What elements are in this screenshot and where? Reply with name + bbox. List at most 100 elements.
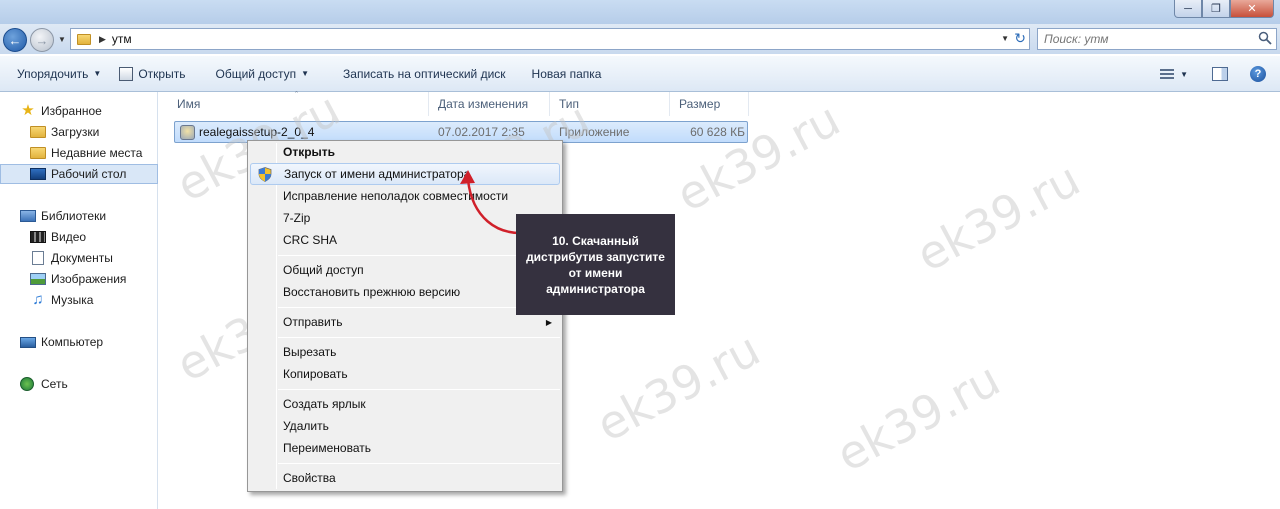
address-history-dropdown[interactable]: ▼ xyxy=(1001,34,1009,43)
uac-shield-icon xyxy=(258,167,272,182)
nav-label: Избранное xyxy=(41,104,102,118)
nav-recent-places[interactable]: Недавние места xyxy=(0,143,158,163)
forward-button[interactable]: → xyxy=(30,28,54,52)
menu-item-delete[interactable]: Удалить xyxy=(250,415,560,437)
file-size: 60 628 КБ xyxy=(690,125,745,139)
computer-icon xyxy=(20,336,36,348)
nav-label: Изображения xyxy=(51,272,127,286)
menu-separator xyxy=(278,389,560,390)
annotation-callout: 10. Скачанный дистрибутив запустите от и… xyxy=(516,214,675,315)
toolbar-right: ▼ ? xyxy=(1160,62,1280,86)
network-icon xyxy=(20,377,34,391)
menu-item-label: Отправить xyxy=(283,315,343,329)
open-icon xyxy=(119,66,134,81)
nav-video[interactable]: Видео xyxy=(0,227,158,247)
nav-label: Музыка xyxy=(51,293,94,307)
new-folder-button[interactable]: Новая папка xyxy=(523,62,611,86)
menu-item-copy[interactable]: Копировать xyxy=(250,363,560,385)
nav-favorites[interactable]: ★ Избранное xyxy=(0,101,158,121)
star-icon: ★ xyxy=(21,102,35,119)
command-bar: Упорядочить ▼ Открыть Общий доступ ▼ Запис… xyxy=(0,56,1280,92)
folder-icon xyxy=(77,33,91,45)
column-size[interactable]: Размер xyxy=(670,92,749,116)
share-button[interactable]: Общий доступ ▼ xyxy=(206,62,318,86)
recent-pages-dropdown[interactable]: ▼ xyxy=(58,35,66,44)
nav-label: Документы xyxy=(51,251,113,265)
nav-label: Сеть xyxy=(41,377,68,391)
maximize-button[interactable]: ❐ xyxy=(1202,0,1230,18)
window-controls: ─ ❐ ✕ xyxy=(1174,0,1274,18)
file-type: Приложение xyxy=(559,125,630,139)
refresh-icon[interactable]: ↻ xyxy=(1014,30,1026,47)
navigation-pane: ★ Избранное Загрузки Недавние места Рабоч… xyxy=(0,92,158,509)
search-input[interactable] xyxy=(1044,32,1244,46)
minimize-button[interactable]: ─ xyxy=(1174,0,1202,18)
file-date: 07.02.2017 2:35 xyxy=(438,125,525,139)
downloads-folder-icon xyxy=(30,126,46,138)
search-icon[interactable] xyxy=(1258,31,1272,45)
organize-button[interactable]: Упорядочить ▼ xyxy=(8,62,110,86)
breadcrumb-folder[interactable]: утм xyxy=(112,32,132,46)
restore-icon: ❐ xyxy=(1211,3,1221,15)
nav-label: Библиотеки xyxy=(41,209,107,223)
back-button[interactable]: ← xyxy=(3,28,27,52)
address-bar[interactable]: ▶ утм ▼ ↻ xyxy=(70,28,1030,50)
column-label: Имя xyxy=(177,97,201,111)
installer-icon xyxy=(180,125,195,140)
video-icon xyxy=(30,231,46,243)
images-icon xyxy=(30,273,46,285)
address-row: ← → ▼ ▶ утм ▼ ↻ xyxy=(0,24,1280,54)
nav-computer[interactable]: Компьютер xyxy=(0,332,158,352)
nav-music[interactable]: ♫ Музыка xyxy=(0,290,158,310)
view-dropdown-icon[interactable]: ▼ xyxy=(1180,70,1188,79)
nav-label: Компьютер xyxy=(41,335,104,349)
menu-item-restore[interactable]: Восстановить прежнюю версию xyxy=(250,281,560,303)
nav-label: Загрузки xyxy=(51,125,100,139)
menu-item-create-shortcut[interactable]: Создать ярлык xyxy=(250,393,560,415)
nav-downloads[interactable]: Загрузки xyxy=(0,122,158,142)
nav-network[interactable]: Сеть xyxy=(0,374,158,394)
column-label: Размер xyxy=(679,97,721,111)
new-folder-label: Новая папка xyxy=(531,66,602,81)
recent-places-icon xyxy=(30,147,46,159)
menu-separator xyxy=(278,463,560,464)
breadcrumb-chevron-icon[interactable]: ▶ xyxy=(99,34,106,45)
column-name[interactable]: Имя ˆ xyxy=(159,90,429,116)
menu-item-properties[interactable]: Свойства xyxy=(250,467,560,489)
nav-documents[interactable]: Документы xyxy=(0,248,158,268)
sort-up-icon: ˆ xyxy=(295,90,298,100)
nav-label: Видео xyxy=(51,230,87,244)
nav-images[interactable]: Изображения xyxy=(0,269,158,289)
help-icon[interactable]: ? xyxy=(1250,66,1266,82)
nav-label: Недавние места xyxy=(51,146,143,160)
nav-label: Рабочий стол xyxy=(51,167,127,181)
documents-icon xyxy=(32,251,44,265)
burn-disc-button[interactable]: Записать на оптический диск xyxy=(334,62,515,86)
minimize-icon: ─ xyxy=(1184,2,1192,15)
close-button[interactable]: ✕ xyxy=(1230,0,1274,18)
menu-separator xyxy=(278,337,560,338)
window-caption: ─ ❐ ✕ xyxy=(0,0,1280,24)
nav-libraries[interactable]: Библиотеки xyxy=(0,206,158,226)
chevron-down-icon: ▼ xyxy=(93,69,102,78)
music-icon: ♫ xyxy=(32,291,44,308)
nav-desktop[interactable]: Рабочий стол xyxy=(0,164,158,184)
libraries-icon xyxy=(20,210,36,222)
menu-item-send-to[interactable]: Отправить ▶ xyxy=(250,311,560,333)
open-button[interactable]: Открыть xyxy=(110,62,194,86)
desktop-icon xyxy=(30,168,46,180)
column-label: Дата изменения xyxy=(438,97,529,111)
share-label: Общий доступ xyxy=(215,66,297,81)
column-label: Тип xyxy=(559,97,580,111)
close-icon: ✕ xyxy=(1247,3,1257,15)
view-list-icon[interactable] xyxy=(1160,69,1175,79)
chevron-down-icon: ▼ xyxy=(301,69,310,78)
search-box[interactable] xyxy=(1037,28,1277,50)
preview-pane-icon[interactable] xyxy=(1212,67,1228,81)
menu-item-share[interactable]: Общий доступ xyxy=(250,259,560,281)
menu-item-cut[interactable]: Вырезать xyxy=(250,341,560,363)
organize-label: Упорядочить xyxy=(17,66,89,81)
menu-item-rename[interactable]: Переименовать xyxy=(250,437,560,459)
column-date[interactable]: Дата изменения xyxy=(429,92,550,116)
column-type[interactable]: Тип xyxy=(550,92,670,116)
